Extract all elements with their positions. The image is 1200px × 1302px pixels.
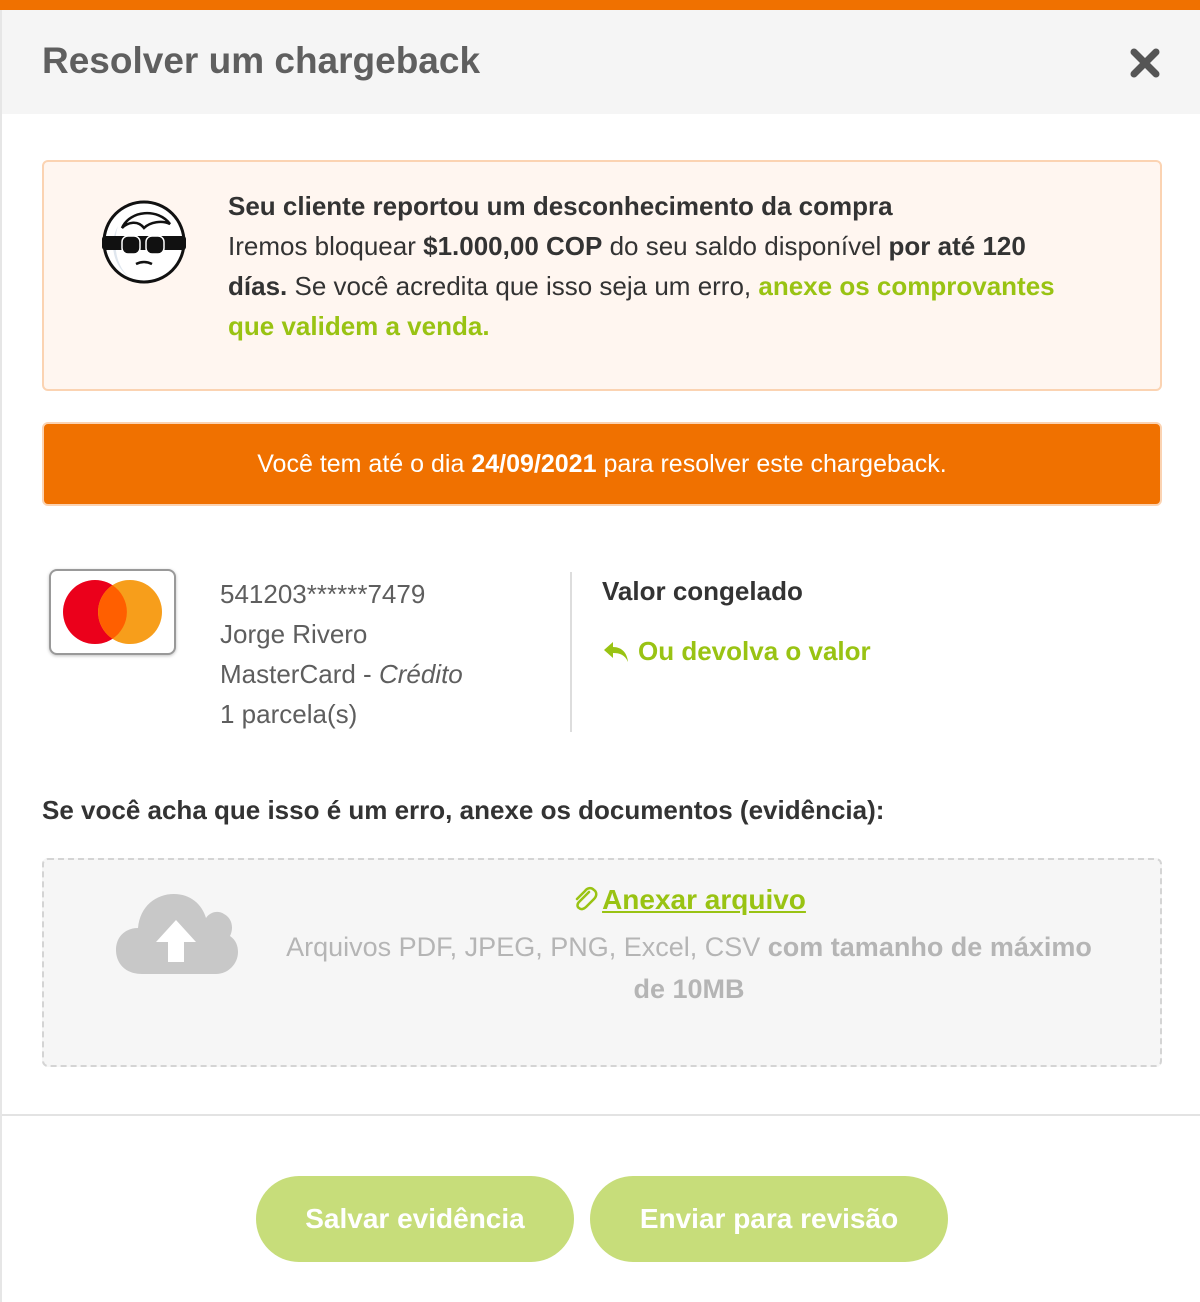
paperclip-icon (575, 886, 598, 911)
card-number: 541203******7479 (220, 579, 426, 609)
file-formats: Arquivos PDF, JPEG, PNG, Excel, CSV (286, 932, 761, 962)
card-type: Crédito (378, 659, 463, 689)
reply-arrow-icon (604, 641, 628, 662)
card-brand: MasterCard (220, 659, 356, 689)
card-brand-badge (49, 569, 176, 655)
alert-message: Seu cliente reportou um desconhecimento … (228, 186, 1088, 346)
deadline-banner: Você tem até o dia 24/09/2021 para resol… (42, 422, 1162, 506)
file-dropzone[interactable]: Anexar arquivo Arquivos PDF, JPEG, PNG, … (42, 858, 1162, 1067)
evidence-heading: Se você acha que isso é um erro, anexe o… (42, 795, 885, 825)
deadline-prefix: Você tem até o dia (257, 449, 465, 478)
card-installments: 1 parcela(s) (220, 699, 358, 729)
chargeback-alert: Seu cliente reportou um desconhecimento … (42, 160, 1162, 391)
attach-file-link[interactable]: Anexar arquivo (44, 884, 1200, 916)
alert-headline: Seu cliente reportou um desconhecimento … (228, 191, 893, 221)
footer-divider (2, 1114, 1200, 1116)
deadline-suffix: para resolver este chargeback. (603, 449, 947, 478)
save-evidence-button[interactable]: Salvar evidência (256, 1176, 574, 1262)
file-requirements: Arquivos PDF, JPEG, PNG, Excel, CSV com … (274, 926, 1104, 1010)
modal-header: Resolver um chargeback (2, 10, 1200, 114)
alert-text-part-1: Iremos bloquear (228, 231, 424, 261)
alert-text-part-3: Se você acredita que isso seja um erro, (287, 271, 759, 301)
thief-icon (102, 200, 186, 284)
card-holder: Jorge Rivero (220, 619, 368, 649)
frozen-status-label: Valor congelado (602, 576, 803, 606)
attach-file-label: Anexar arquivo (602, 884, 806, 915)
card-separator: - (355, 659, 379, 689)
chargeback-modal: Resolver um chargeback Seu cliente repor… (0, 10, 1200, 1302)
close-icon (1130, 48, 1160, 78)
alert-amount: $1.000,00 COP (423, 231, 603, 261)
card-brand-type: MasterCard - Crédito (220, 654, 463, 694)
send-for-review-button[interactable]: Enviar para revisão (590, 1176, 948, 1262)
deadline-date: 24/09/2021 (471, 449, 597, 478)
refund-link[interactable]: Ou devolva o valor (602, 636, 871, 667)
close-button[interactable] (1128, 46, 1162, 80)
top-accent-bar (0, 0, 1200, 10)
modal-title: Resolver um chargeback (42, 40, 481, 81)
alert-text-part-2: do seu saldo disponível (602, 231, 889, 261)
card-details: 541203******7479 Jorge Rivero MasterCard… (220, 574, 463, 734)
refund-link-label: Ou devolva o valor (638, 636, 871, 666)
mastercard-logo (63, 580, 162, 644)
vertical-divider (570, 572, 572, 732)
